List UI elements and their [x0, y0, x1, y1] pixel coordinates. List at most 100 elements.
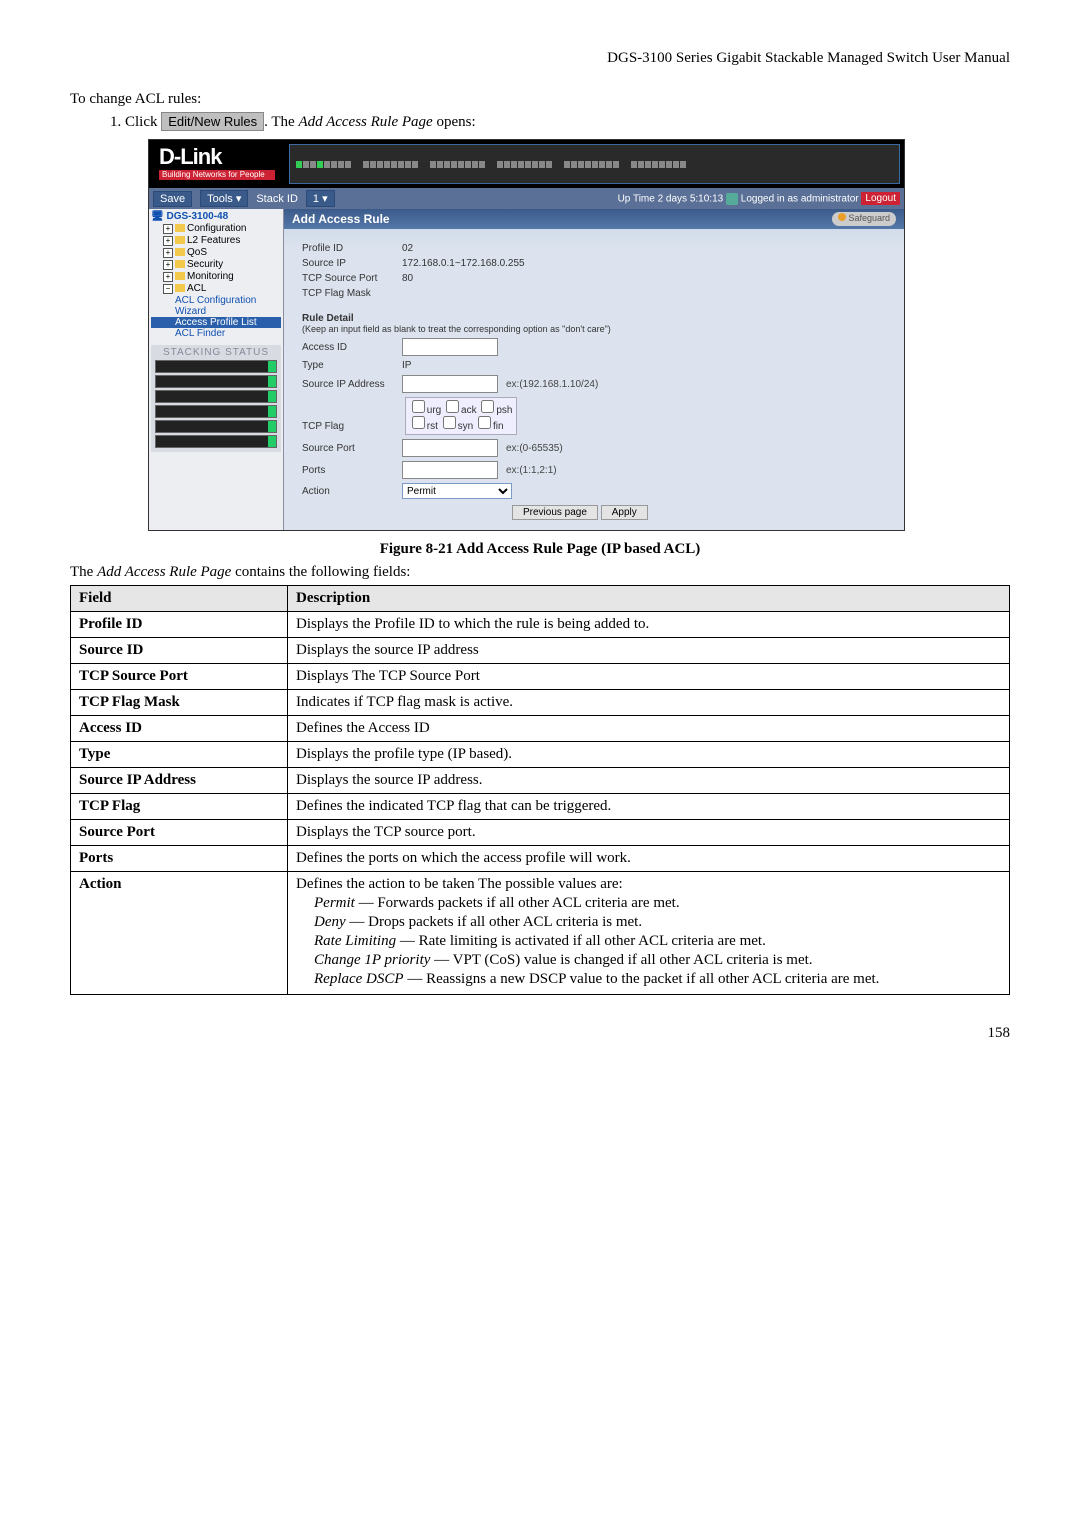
- fields-table: Field Description Profile IDDisplays the…: [70, 585, 1010, 995]
- flag-label: syn: [458, 421, 474, 432]
- logout-button[interactable]: Logout: [861, 192, 900, 205]
- field-name: Type: [71, 742, 288, 768]
- nav-qos[interactable]: +QoS: [151, 247, 281, 258]
- nav-l2features[interactable]: +L2 Features: [151, 235, 281, 246]
- logo-text: D-Link: [159, 144, 221, 169]
- step-pagename: Add Access Rule Page: [298, 114, 432, 130]
- form-area: Profile ID02 Source IP172.168.0.1~172.16…: [284, 229, 904, 530]
- flag-label: psh: [496, 405, 512, 416]
- src-ip-addr-input[interactable]: [402, 375, 498, 393]
- table-row: TCP Flag MaskIndicates if TCP flag mask …: [71, 690, 1010, 716]
- tcp-src-port-value: 80: [402, 273, 413, 284]
- page-number: 158: [70, 1025, 1010, 1042]
- device-header: D-Link Building Networks for People: [149, 140, 904, 188]
- field-desc: Defines the action to be taken The possi…: [288, 872, 1010, 995]
- type-value: IP: [402, 360, 411, 371]
- flag-label: rst: [427, 421, 438, 432]
- flag-fin[interactable]: [478, 416, 491, 429]
- nav-label: Configuration: [187, 223, 246, 234]
- nav-configuration[interactable]: +Configuration: [151, 223, 281, 234]
- tools-button[interactable]: Tools ▾: [200, 190, 248, 207]
- nav-access-profile-list[interactable]: Access Profile List: [151, 317, 281, 328]
- intro-line: To change ACL rules:: [70, 91, 1010, 108]
- field-name: Source ID: [71, 638, 288, 664]
- flag-ack[interactable]: [446, 400, 459, 413]
- action-option: Change 1P priority — VPT (CoS) value is …: [314, 952, 1001, 969]
- intro2: The Add Access Rule Page contains the fo…: [70, 564, 1010, 581]
- edit-new-rules-button[interactable]: Edit/New Rules: [161, 112, 264, 131]
- field-desc: Displays the profile type (IP based).: [288, 742, 1010, 768]
- ports-label: Ports: [302, 465, 402, 476]
- tools-label: Tools: [207, 193, 233, 205]
- field-name: Ports: [71, 846, 288, 872]
- toolbar: Save Tools ▾ Stack ID 1 ▾ Up Time 2 days…: [149, 188, 904, 209]
- content-panel: Add Access Rule Safeguard Profile ID02 S…: [284, 209, 904, 530]
- screenshot: D-Link Building Networks for People Save…: [148, 139, 905, 531]
- field-name: TCP Flag: [71, 794, 288, 820]
- figure-caption: Figure 8-21 Add Access Rule Page (IP bas…: [70, 541, 1010, 558]
- src-ip-addr-label: Source IP Address: [302, 379, 402, 390]
- stack-row: [155, 360, 277, 373]
- table-row: Access IDDefines the Access ID: [71, 716, 1010, 742]
- flag-psh[interactable]: [481, 400, 494, 413]
- step-prefix: 1. Click: [110, 114, 158, 130]
- stack-row: [155, 390, 277, 403]
- field-desc: Displays the Profile ID to which the rul…: [288, 612, 1010, 638]
- table-row-action: ActionDefines the action to be taken The…: [71, 872, 1010, 995]
- nav-acl-wizard[interactable]: ACL Configuration Wizard: [151, 295, 281, 317]
- table-row: TCP Source PortDisplays The TCP Source P…: [71, 664, 1010, 690]
- rule-detail-hint: (Keep an input field as blank to treat t…: [302, 324, 886, 334]
- intro2-suffix: contains the following fields:: [231, 564, 410, 580]
- field-desc: Displays the source IP address: [288, 638, 1010, 664]
- stackid-select[interactable]: 1 ▾: [306, 190, 335, 207]
- access-id-input[interactable]: [402, 338, 498, 356]
- source-port-label: Source Port: [302, 443, 402, 454]
- stackid-label: Stack ID: [256, 193, 298, 205]
- ports-input[interactable]: [402, 461, 498, 479]
- flag-rst[interactable]: [412, 416, 425, 429]
- source-port-input[interactable]: [402, 439, 498, 457]
- field-name: Profile ID: [71, 612, 288, 638]
- nav-acl[interactable]: −ACL: [151, 283, 281, 294]
- stack-row: [155, 375, 277, 388]
- nav-label: QoS: [187, 247, 207, 258]
- logo-tagline: Building Networks for People: [159, 170, 275, 180]
- safeguard-icon: [838, 213, 846, 221]
- field-name: Source IP Address: [71, 768, 288, 794]
- field-desc: Displays the TCP source port.: [288, 820, 1010, 846]
- field-name: Access ID: [71, 716, 288, 742]
- flag-syn[interactable]: [443, 416, 456, 429]
- apply-button[interactable]: Apply: [601, 505, 648, 520]
- action-select[interactable]: Permit: [402, 483, 512, 499]
- field-desc: Defines the ports on which the access pr…: [288, 846, 1010, 872]
- stack-row: [155, 405, 277, 418]
- stacking-title: STACKING STATUS: [153, 347, 279, 358]
- previous-page-button[interactable]: Previous page: [512, 505, 598, 520]
- flag-label: ack: [461, 405, 477, 416]
- field-name: Action: [71, 872, 288, 995]
- user-icon: [726, 193, 738, 205]
- nav-tree: 🖥 DGS-3100-48 +Configuration +L2 Feature…: [149, 209, 284, 530]
- access-id-label: Access ID: [302, 342, 402, 353]
- field-name: Source Port: [71, 820, 288, 846]
- save-button[interactable]: Save: [153, 191, 192, 207]
- nav-acl-finder[interactable]: ACL Finder: [151, 328, 281, 339]
- tcp-src-port-label: TCP Source Port: [302, 273, 402, 284]
- flag-label: urg: [427, 405, 441, 416]
- nav-monitoring[interactable]: +Monitoring: [151, 271, 281, 282]
- uptime: Up Time 2 days 5:10:13: [618, 193, 724, 204]
- nav-root[interactable]: 🖥 DGS-3100-48: [151, 211, 281, 222]
- panel-title: Add Access Rule: [292, 212, 390, 226]
- nav-label: L2 Features: [187, 235, 240, 246]
- field-name: TCP Source Port: [71, 664, 288, 690]
- table-row: Profile IDDisplays the Profile ID to whi…: [71, 612, 1010, 638]
- step-1: 1. Click Edit/New Rules. The Add Access …: [110, 112, 1010, 131]
- status-group: Up Time 2 days 5:10:13 Logged in as admi…: [618, 193, 900, 205]
- table-row: TCP FlagDefines the indicated TCP flag t…: [71, 794, 1010, 820]
- panel-title-bar: Add Access Rule Safeguard: [284, 209, 904, 229]
- nav-security[interactable]: +Security: [151, 259, 281, 270]
- table-row: Source IP AddressDisplays the source IP …: [71, 768, 1010, 794]
- nav-label: ACL: [187, 283, 206, 294]
- flag-urg[interactable]: [412, 400, 425, 413]
- dlink-logo: D-Link Building Networks for People: [149, 140, 285, 188]
